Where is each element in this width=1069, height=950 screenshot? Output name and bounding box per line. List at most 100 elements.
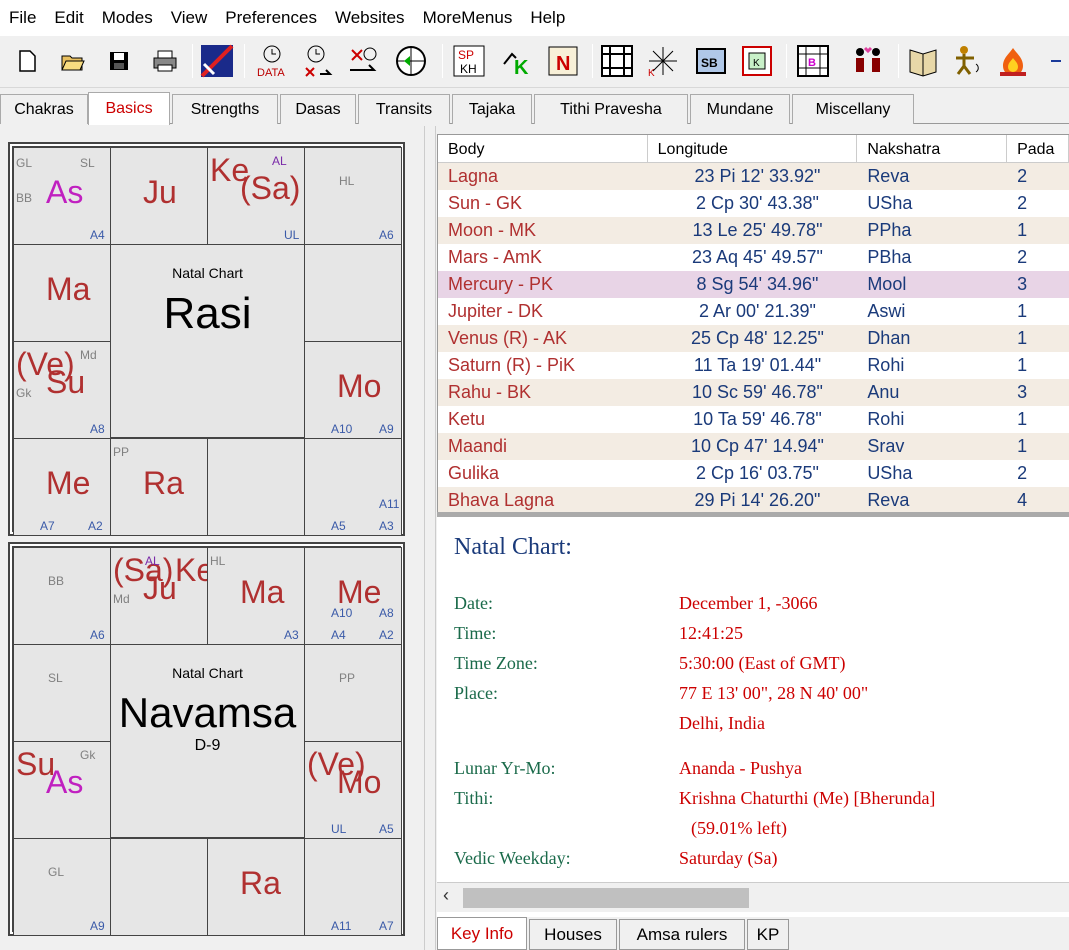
kp-icon[interactable]: K	[500, 44, 534, 78]
n-icon[interactable]: N	[546, 44, 580, 78]
longitude-cell: 2 Cp 30' 43.38"	[696, 193, 819, 213]
compass-icon[interactable]	[394, 44, 428, 78]
date-label: Date:	[454, 593, 493, 613]
rasi-house-taurus[interactable]: Ke (Sa) AL UL	[207, 147, 305, 245]
scroll-left-icon[interactable]: ‹	[443, 885, 449, 906]
table-row[interactable]: Jupiter - DK 2 Ar 00' 21.39" Aswi 1	[438, 298, 1069, 325]
table-row[interactable]: Maandi 10 Cp 47' 14.94" Srav 1	[438, 433, 1069, 460]
table-row[interactable]: Sun - GK 2 Cp 30' 43.38" USha 2	[438, 190, 1069, 217]
table-row[interactable]: Mars - AmK 23 Aq 45' 49.57" PBha 2	[438, 244, 1069, 271]
chart-icon[interactable]	[200, 44, 234, 78]
tab-transits[interactable]: Transits	[358, 94, 450, 124]
grid-chart-icon[interactable]	[600, 44, 634, 78]
col-pada[interactable]: Pada	[1007, 135, 1069, 163]
fire-icon[interactable]	[996, 44, 1030, 78]
vertical-splitter[interactable]	[424, 126, 436, 950]
timezone-value: 5:30:00 (East of GMT)	[679, 653, 846, 673]
tab-dasas[interactable]: Dasas	[280, 94, 356, 124]
rasi-house-cancer[interactable]	[304, 244, 402, 342]
rasi-center: Natal Chart Rasi	[110, 244, 305, 438]
match-people-icon[interactable]	[850, 44, 884, 78]
rasi-house-pisces[interactable]: GL SL BB As A4	[13, 147, 111, 245]
navamsa-house-aquarius[interactable]: SL	[13, 644, 111, 742]
tab-tithi-pravesha[interactable]: Tithi Pravesha	[534, 94, 688, 124]
pada-cell: 2	[1017, 193, 1028, 213]
rasi-house-capricorn[interactable]: (Ve) Su Md Gk A8	[13, 341, 111, 439]
rasi-house-virgo[interactable]: A11 A5 A3	[304, 438, 402, 536]
menu-help[interactable]: Help	[521, 8, 574, 28]
rasi-house-aries[interactable]: Ju	[110, 147, 208, 245]
menu-preferences[interactable]: Preferences	[216, 8, 326, 28]
tab-basics[interactable]: Basics	[88, 92, 170, 125]
menu-file[interactable]: File	[0, 8, 45, 28]
tab-mundane[interactable]: Mundane	[690, 94, 790, 124]
tab-tajaka[interactable]: Tajaka	[452, 94, 532, 124]
navamsa-house-pisces[interactable]: BB A6	[13, 547, 111, 645]
rasi-house-leo[interactable]: Mo A10 A9	[304, 341, 402, 439]
longitude-cell: 2 Cp 16' 03.75"	[696, 463, 819, 483]
navamsa-house-sagittarius[interactable]: GL A9	[13, 838, 111, 936]
table-row[interactable]: Ketu 10 Ta 59' 46.78" Rohi 1	[438, 406, 1069, 433]
tab-strengths[interactable]: Strengths	[172, 94, 278, 124]
k-box-icon[interactable]: K	[740, 44, 774, 78]
bhava-grid-icon[interactable]: B	[796, 44, 830, 78]
scroll-thumb[interactable]	[463, 888, 749, 908]
rasi-house-aquarius[interactable]: Ma	[13, 244, 111, 342]
rectify-icon[interactable]	[346, 44, 380, 78]
open-folder-icon[interactable]	[56, 44, 90, 78]
navamsa-house-leo[interactable]: (Ve) Mo UL A5	[304, 741, 402, 839]
navamsa-chart[interactable]: BBA6 (Sa)Ke Ju ALMd HLMa A3 Me A10A8 A4A…	[8, 542, 405, 936]
navamsa-house-taurus[interactable]: HL Ma A3	[207, 547, 305, 645]
navamsa-house-libra[interactable]: Ra	[207, 838, 305, 936]
longitude-cell: 8 Sg 54' 34.96"	[696, 274, 819, 294]
rasi-house-gemini[interactable]: HL A6	[304, 147, 402, 245]
more-toolbar-icon[interactable]	[1046, 44, 1066, 78]
menu-modes[interactable]: Modes	[93, 8, 162, 28]
time-shift-icon[interactable]	[300, 44, 334, 78]
horizontal-scrollbar[interactable]: ‹	[437, 882, 1069, 912]
table-row[interactable]: Venus (R) - AK 25 Cp 48' 12.25" Dhan 1	[438, 325, 1069, 352]
menu-websites[interactable]: Websites	[326, 8, 414, 28]
col-nakshatra[interactable]: Nakshatra	[857, 135, 1008, 163]
col-body[interactable]: Body	[438, 135, 648, 163]
book-icon[interactable]	[906, 44, 940, 78]
menu-edit[interactable]: Edit	[45, 8, 92, 28]
navamsa-house-virgo[interactable]: A11 A7	[304, 838, 402, 936]
table-row[interactable]: Gulika 2 Cp 16' 03.75" USha 2	[438, 460, 1069, 487]
svg-text:K: K	[648, 68, 655, 78]
navamsa-house-gemini[interactable]: Me A10 A8 A4 A2	[304, 547, 402, 645]
rasi-house-libra[interactable]	[207, 438, 305, 536]
navamsa-house-capricorn[interactable]: Su As Gk	[13, 741, 111, 839]
table-row[interactable]: Bhava Lagna 29 Pi 14' 26.20" Reva 4	[438, 487, 1069, 512]
menu-view[interactable]: View	[162, 8, 217, 28]
print-icon[interactable]	[148, 44, 182, 78]
new-file-icon[interactable]	[10, 44, 44, 78]
table-body: Lagna 23 Pi 12' 33.92" Reva 2 Sun - GK 2 Cp 3…	[438, 163, 1069, 512]
tab-miscellany[interactable]: Miscellany	[792, 94, 914, 124]
birth-data-icon[interactable]: DATA	[254, 44, 288, 78]
sb-icon[interactable]: SB	[694, 44, 728, 78]
star-icon[interactable]: K	[646, 44, 680, 78]
tab-amsa-rulers[interactable]: Amsa rulers	[619, 919, 745, 950]
menu-moremenus[interactable]: MoreMenus	[414, 8, 522, 28]
navamsa-house-scorpio[interactable]	[110, 838, 208, 936]
save-icon[interactable]	[102, 44, 136, 78]
navamsa-house-aries[interactable]: (Sa)Ke Ju ALMd	[110, 547, 208, 645]
tab-kp[interactable]: KP	[747, 919, 789, 950]
tab-key-info[interactable]: Key Info	[437, 917, 527, 950]
table-row[interactable]: Moon - MK 13 Le 25' 49.78" PPha 1	[438, 217, 1069, 244]
table-row[interactable]: Mercury - PK 8 Sg 54' 34.96" Mool 3	[438, 271, 1069, 298]
navamsa-house-cancer[interactable]: PP	[304, 644, 402, 742]
time-label: Time:	[454, 623, 497, 643]
tab-houses[interactable]: Houses	[529, 919, 617, 950]
col-longitude[interactable]: Longitude	[648, 135, 858, 163]
sp-kh-icon[interactable]: SP KH	[452, 44, 486, 78]
tab-chakras[interactable]: Chakras	[0, 94, 88, 124]
table-row[interactable]: Saturn (R) - PiK 11 Ta 19' 01.44" Rohi 1	[438, 352, 1069, 379]
table-row[interactable]: Rahu - BK 10 Sc 59' 46.78" Anu 3	[438, 379, 1069, 406]
dancing-figure-icon[interactable]	[950, 44, 984, 78]
rasi-house-scorpio[interactable]: PP Ra	[110, 438, 208, 536]
table-row[interactable]: Lagna 23 Pi 12' 33.92" Reva 2	[438, 163, 1069, 190]
rasi-chart[interactable]: GL SL BB As A4 Ju Ke (Sa) AL UL HL A6 Ma (Ve)…	[8, 142, 405, 536]
rasi-house-sagittarius[interactable]: Me A7 A2	[13, 438, 111, 536]
